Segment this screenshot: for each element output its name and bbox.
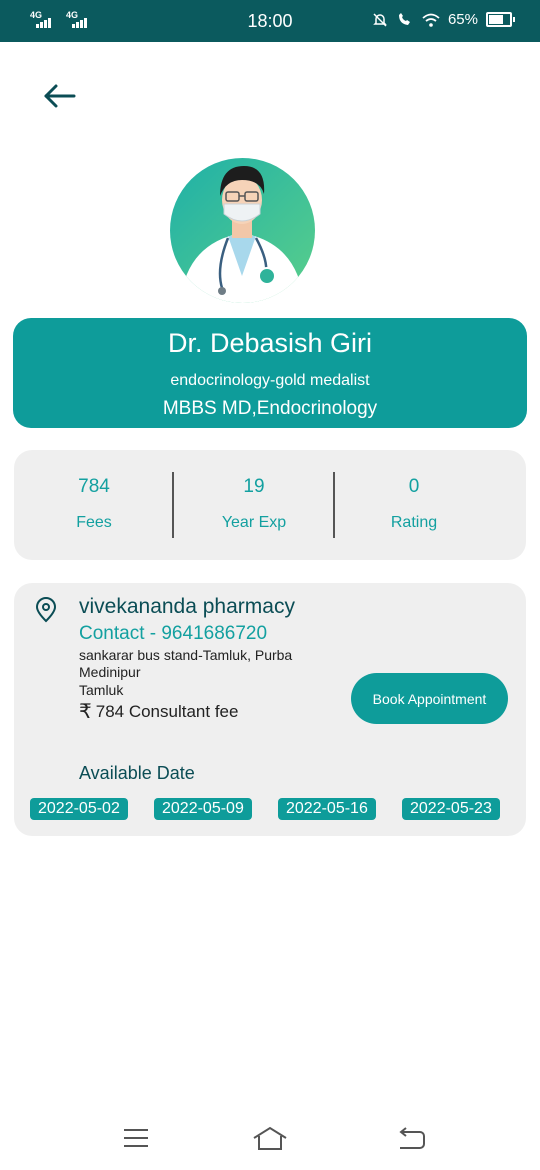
stat-label: Rating — [390, 514, 438, 531]
clinic-address: sankarar bus stand-Tamluk, Purba Medinip… — [79, 647, 293, 680]
doctor-degree: MBBS MD,Endocrinology — [162, 398, 378, 419]
arrow-left-icon — [44, 84, 76, 108]
stat-value: 0 — [408, 476, 420, 497]
volte-icon — [398, 12, 410, 25]
menu-icon[interactable] — [122, 1126, 150, 1150]
doctor-info-card: Dr. Debasish Giri endocrinology-gold med… — [13, 318, 527, 428]
doctor-specialization: endocrinology-gold medalist — [170, 372, 370, 389]
book-appointment-button[interactable]: Book Appointment — [351, 673, 508, 724]
date-chip[interactable]: 2022-05-16 — [278, 798, 376, 820]
clinic-city: Tamluk — [79, 682, 124, 698]
battery-percent: 65% — [447, 11, 478, 28]
rupee-icon: ₹ — [79, 701, 92, 723]
doctor-illustration — [180, 166, 304, 303]
date-chip[interactable]: 2022-05-23 — [402, 798, 500, 820]
system-nav-bar — [0, 1110, 540, 1170]
clinic-name: vivekananda pharmacy — [79, 595, 295, 618]
battery-icon — [486, 12, 515, 27]
clinic-card: vivekananda pharmacy Contact - 964168672… — [14, 583, 526, 836]
location-pin-icon — [35, 597, 57, 623]
date-chip[interactable]: 2022-05-02 — [30, 798, 128, 820]
doctor-avatar — [170, 158, 315, 303]
consultant-fee: ₹ 784 Consultant fee — [79, 699, 238, 724]
doctor-name: Dr. Debasish Giri — [167, 328, 373, 358]
stats-card: 784 Fees 19 Year Exp 0 Rating — [14, 450, 526, 560]
stat-value: 19 — [243, 476, 265, 497]
date-chip[interactable]: 2022-05-09 — [154, 798, 252, 820]
stat-value: 784 — [78, 476, 110, 497]
stat-label: Fees — [76, 514, 112, 531]
back-button[interactable] — [40, 78, 80, 114]
mute-bell-icon — [373, 12, 387, 27]
wifi-icon — [422, 13, 440, 27]
clinic-contact[interactable]: Contact - 9641686720 — [79, 623, 267, 645]
home-icon[interactable] — [252, 1126, 288, 1152]
back-nav-icon[interactable] — [396, 1126, 426, 1150]
consultant-fee-text: 784 Consultant fee — [95, 701, 239, 721]
stat-label: Year Exp — [221, 514, 287, 531]
status-bar: 4G 4G 18:00 65% — [0, 0, 540, 42]
available-date-label: Available Date — [79, 763, 195, 783]
